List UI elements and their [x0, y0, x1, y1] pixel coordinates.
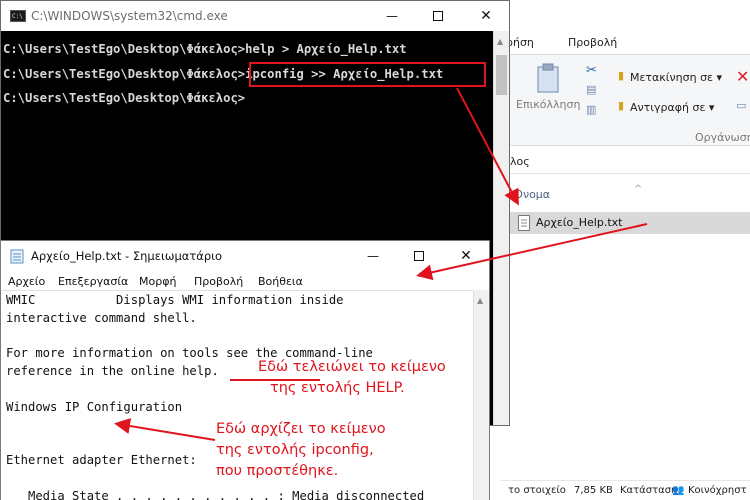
column-header-name[interactable]: Όνομα ^ — [500, 184, 750, 204]
notepad-menu-bar: Αρχείο Επεξεργασία Μορφή Προβολή Βοήθεια — [1, 271, 489, 290]
file-row[interactable]: Αρχείο_Help.txt — [500, 212, 750, 234]
minimize-icon: — — [367, 249, 379, 263]
maximize-icon — [433, 11, 443, 21]
notepad-maximize-button[interactable] — [396, 241, 442, 271]
scissors-icon[interactable]: ✂ — [586, 63, 597, 78]
menu-file[interactable]: Αρχείο — [8, 275, 45, 288]
cmd-title: C:\WINDOWS\system32\cmd.exe — [31, 9, 228, 23]
annotation-line: που προστέθηκε. — [216, 463, 339, 479]
annotation-line: της εντολής ipconfig, — [216, 442, 374, 458]
folder-copy-icon: ▮ — [618, 99, 625, 112]
minimize-button[interactable]: — — [369, 1, 415, 31]
annotation-line: Εδώ αρχίζει το κείμενο — [216, 421, 386, 437]
text-line: Windows IP Configuration — [6, 400, 183, 414]
menu-view[interactable]: Προβολή — [194, 275, 243, 288]
annotation-line: της εντολής HELP. — [270, 380, 405, 396]
annotation-line: Εδώ τελειώνει το κείμενο — [258, 359, 446, 375]
sort-chevron-icon: ^ — [634, 184, 643, 195]
maximize-icon — [414, 251, 424, 261]
address-bar[interactable]: λος — [500, 150, 750, 174]
menu-format[interactable]: Μορφή — [139, 275, 176, 288]
status-bar: το στοιχείο 7,85 KB Κατάσταση: 👥 Κοινόχρ… — [500, 480, 750, 500]
minimize-icon: — — [386, 9, 398, 23]
status-items: το στοιχείο — [508, 485, 566, 496]
text-line: Media State . . . . . . . . . . . : Medi… — [6, 489, 425, 500]
console-line: C:\Users\TestEgo\Desktop\Φάκελος> — [3, 91, 246, 105]
console-line: C:\Users\TestEgo\Desktop\Φάκελος>help > … — [3, 42, 407, 56]
delete-icon[interactable]: ✕ — [736, 67, 749, 86]
ribbon-tabs: ρήση Προβολή — [500, 36, 750, 54]
copy-to-button[interactable]: Αντιγραφή σε ▾ — [630, 101, 714, 114]
console-icon: C:\ — [10, 10, 26, 22]
notepad-title: Αρχείο_Help.txt - Σημειωματάριο — [31, 249, 223, 263]
scroll-thumb[interactable] — [496, 55, 507, 95]
annotation-help-end: Εδώ τελειώνει το κείμενο της εντολής HEL… — [258, 357, 446, 399]
move-to-button[interactable]: Μετακίνηση σε ▾ — [630, 71, 722, 84]
notepad-scrollbar[interactable]: ▲ — [473, 290, 489, 500]
cmd-scrollbar[interactable]: ▲ — [493, 31, 509, 425]
close-icon: ✕ — [460, 248, 472, 264]
notepad-title-bar[interactable]: Αρχείο_Help.txt - Σημειωματάριο — ✕ — [1, 241, 489, 271]
folder-move-icon: ▮ — [618, 69, 625, 82]
rename-icon[interactable]: ▭ — [736, 99, 746, 112]
text-file-icon — [518, 215, 530, 231]
column-name-label: Όνομα — [514, 188, 551, 201]
tab-view[interactable]: Προβολή — [568, 36, 617, 49]
clipboard-icon — [537, 63, 559, 93]
address-text: λος — [510, 155, 530, 168]
close-button[interactable]: ✕ — [463, 1, 509, 31]
svg-text:C:\: C:\ — [12, 13, 23, 20]
annotation-ipconfig-start: Εδώ αρχίζει το κείμενο της εντολής ipcon… — [216, 419, 386, 482]
notepad-close-button[interactable]: ✕ — [443, 241, 489, 271]
paste-button[interactable]: Επικόλληση — [516, 98, 580, 111]
tab-share[interactable]: ρήση — [506, 36, 534, 49]
ribbon: Επικόλληση ✂ ▤ ▥ ▮ Μετακίνηση σε ▾ ▮ Αντ… — [500, 54, 750, 146]
scroll-up-icon[interactable]: ▲ — [497, 37, 503, 46]
status-state-value: Κοινόχρηστ — [688, 485, 747, 496]
copy-path-icon[interactable]: ▤ — [586, 83, 596, 96]
file-explorer-window: ρήση Προβολή Επικόλληση ✂ ▤ ▥ ▮ Μετακίνη… — [500, 0, 750, 500]
notepad-icon — [10, 249, 24, 264]
text-line: Ethernet adapter Ethernet: — [6, 453, 197, 467]
notepad-minimize-button[interactable]: — — [350, 241, 396, 271]
text-line: WMIC Displays WMI information inside — [6, 293, 344, 307]
highlight-box-ipconfig — [249, 62, 486, 87]
close-icon: ✕ — [480, 8, 492, 24]
group-organize-label: Οργάνωση — [695, 131, 750, 144]
paste-shortcut-icon[interactable]: ▥ — [586, 103, 596, 116]
cmd-title-bar[interactable]: C:\ C:\WINDOWS\system32\cmd.exe — ✕ — [1, 1, 509, 31]
menu-edit[interactable]: Επεξεργασία — [58, 275, 128, 288]
maximize-button[interactable] — [415, 1, 461, 31]
people-icon: 👥 — [672, 485, 685, 496]
status-size: 7,85 KB — [574, 485, 613, 496]
scroll-up-icon[interactable]: ▲ — [477, 296, 483, 305]
menu-help[interactable]: Βοήθεια — [258, 275, 303, 288]
file-name: Αρχείο_Help.txt — [536, 216, 623, 229]
text-line: reference in the online help. — [6, 364, 219, 378]
text-line: interactive command shell. — [6, 311, 197, 325]
